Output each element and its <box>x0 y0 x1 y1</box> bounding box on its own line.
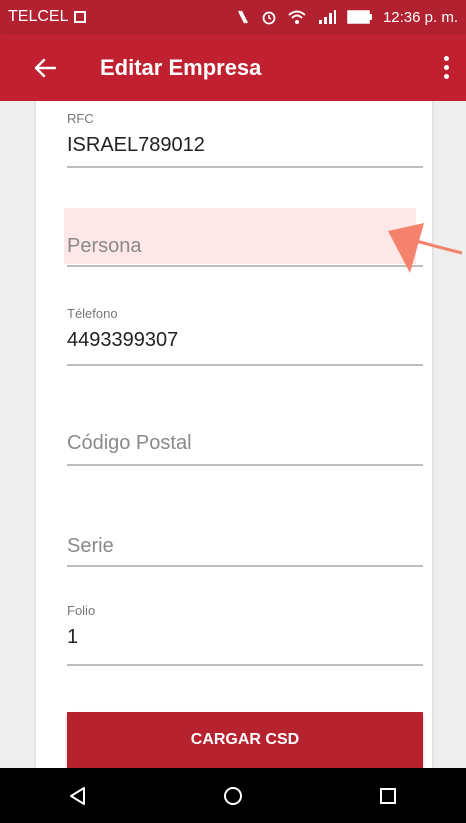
rfc-underline <box>67 166 423 168</box>
folio-underline <box>67 664 423 666</box>
more-vert-icon <box>443 56 449 79</box>
form-scroll-area[interactable]: RFC ISRAEL789012 Persona Télefono 449339… <box>0 101 466 768</box>
battery-icon <box>347 10 373 24</box>
nav-home-button[interactable] <box>203 768 263 823</box>
status-time: 12:36 p. m. <box>382 8 458 26</box>
triangle-back-icon <box>69 786 85 805</box>
status-right: 12:36 p. m. <box>235 9 458 26</box>
vibrate-icon <box>235 9 251 25</box>
persona-field[interactable]: Persona <box>67 235 423 271</box>
serie-underline <box>67 565 423 567</box>
page-title: Editar Empresa <box>100 54 262 80</box>
cargar-csd-button[interactable]: CARGAR CSD <box>67 712 423 768</box>
folio-label: Folio <box>67 603 96 618</box>
navigation-bar <box>0 768 466 823</box>
wifi-icon <box>287 9 307 25</box>
square-recents-icon <box>380 787 397 804</box>
status-bar: TELCEL 12:36 p. m. <box>0 0 466 34</box>
rfc-label: RFC <box>67 111 94 126</box>
codigo-postal-field[interactable]: Código Postal <box>67 432 423 468</box>
persona-underline <box>67 265 423 267</box>
serie-placeholder: Serie <box>67 535 114 557</box>
circle-home-icon <box>223 786 242 805</box>
signal-icon <box>317 9 337 25</box>
telefono-value[interactable]: 4493399307 <box>67 329 423 352</box>
form-card: RFC ISRAEL789012 Persona Télefono 449339… <box>36 101 432 768</box>
carrier-name: TELCEL <box>8 8 69 25</box>
codigo-postal-underline <box>67 464 423 466</box>
overflow-menu-button[interactable] <box>426 34 466 101</box>
app-bar: Editar Empresa <box>0 34 466 101</box>
nav-recents-button[interactable] <box>358 768 418 823</box>
sim-icon <box>74 11 87 23</box>
telefono-label: Télefono <box>67 306 118 321</box>
rfc-field[interactable]: RFC ISRAEL789012 <box>67 111 423 169</box>
folio-value[interactable]: 1 <box>67 626 423 649</box>
serie-field[interactable]: Serie <box>67 535 423 571</box>
telefono-field[interactable]: Télefono 4493399307 <box>67 306 423 368</box>
telefono-underline <box>67 364 423 366</box>
status-left: TELCEL <box>8 8 87 26</box>
folio-field[interactable]: Folio 1 <box>67 603 423 669</box>
nav-back-button[interactable] <box>48 768 108 823</box>
persona-placeholder: Persona <box>67 235 142 257</box>
back-button[interactable] <box>20 34 70 101</box>
rfc-value[interactable]: ISRAEL789012 <box>67 134 423 157</box>
arrow-left-icon <box>34 58 56 77</box>
alarm-icon <box>261 9 277 25</box>
codigo-postal-placeholder: Código Postal <box>67 432 192 454</box>
